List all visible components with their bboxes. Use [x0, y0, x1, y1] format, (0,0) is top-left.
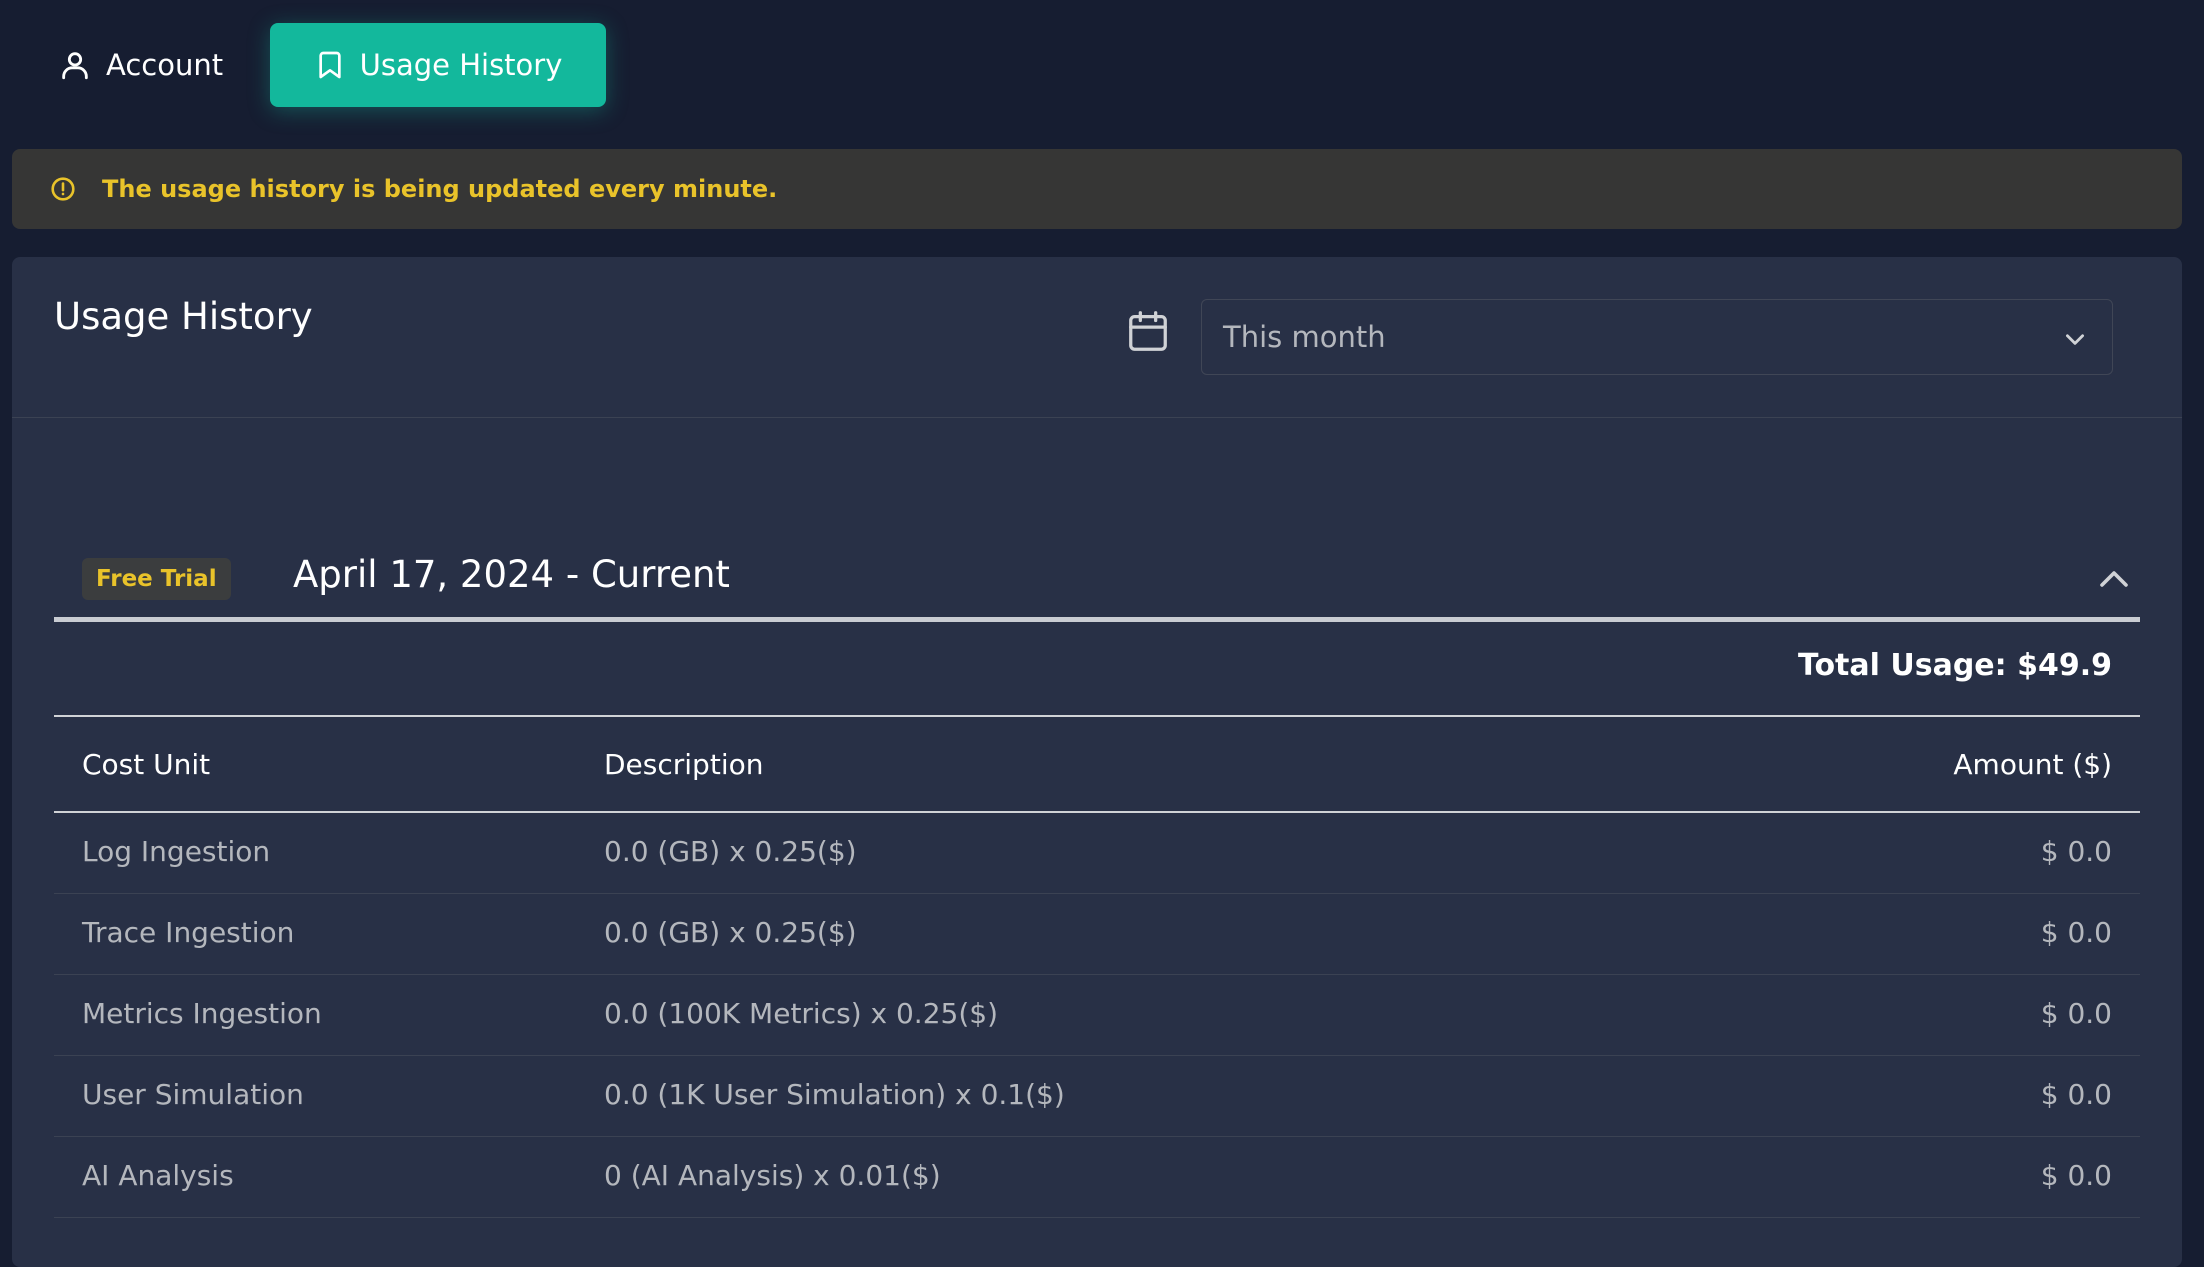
table-row: User Simulation 0.0 (1K User Simulation)…: [54, 1056, 2140, 1137]
chevron-down-icon: [2066, 334, 2084, 345]
header-amount: Amount ($): [1953, 748, 2112, 781]
table-row: Metrics Ingestion 0.0 (100K Metrics) x 0…: [54, 975, 2140, 1056]
cell-amount: $ 0.0: [2040, 997, 2112, 1030]
cell-description: 0.0 (1K User Simulation) x 0.1($): [604, 1078, 1065, 1111]
calendar-icon: [1129, 311, 1167, 351]
plan-badge: Free Trial: [82, 558, 231, 600]
info-circle-icon: [51, 177, 75, 201]
page-title: Usage History: [54, 295, 313, 338]
cell-description: 0.0 (100K Metrics) x 0.25($): [604, 997, 998, 1030]
period-select[interactable]: This month: [1201, 299, 2113, 375]
table-row: Trace Ingestion 0.0 (GB) x 0.25($) $ 0.0: [54, 894, 2140, 975]
cell-cost-unit: User Simulation: [82, 1078, 304, 1111]
cell-cost-unit: AI Analysis: [82, 1159, 234, 1192]
period-select-value: This month: [1223, 320, 1386, 354]
cell-description: 0.0 (GB) x 0.25($): [604, 916, 857, 949]
tab-account[interactable]: Account: [38, 23, 243, 107]
cell-cost-unit: Trace Ingestion: [82, 916, 295, 949]
table-row: Log Ingestion 0.0 (GB) x 0.25($) $ 0.0: [54, 813, 2140, 894]
tab-usage-history[interactable]: Usage History: [270, 23, 606, 107]
cell-amount: $ 0.0: [2040, 835, 2112, 868]
card-header: Usage History This month: [12, 257, 2182, 418]
usage-history-card: Usage History This month Free Trial Apri…: [12, 257, 2182, 1267]
info-alert: The usage history is being updated every…: [12, 149, 2182, 229]
cell-cost-unit: Log Ingestion: [82, 835, 271, 868]
user-icon: [62, 52, 88, 80]
cell-amount: $ 0.0: [2040, 1159, 2112, 1192]
total-usage: Total Usage: $49.9: [1797, 648, 2112, 683]
header-cost-unit: Cost Unit: [82, 748, 211, 781]
tab-account-label: Account: [106, 48, 224, 82]
period-label: April 17, 2024 - Current: [293, 553, 730, 596]
table-row: AI Analysis 0 (AI Analysis) x 0.01($) $ …: [54, 1137, 2140, 1218]
cell-description: 0.0 (GB) x 0.25($): [604, 835, 857, 868]
chevron-up-icon[interactable]: [2096, 561, 2132, 597]
alert-text: The usage history is being updated every…: [102, 175, 778, 203]
cell-description: 0 (AI Analysis) x 0.01($): [604, 1159, 941, 1192]
cell-cost-unit: Metrics Ingestion: [82, 997, 322, 1030]
header-description: Description: [604, 748, 764, 781]
cell-amount: $ 0.0: [2040, 916, 2112, 949]
period-section-header[interactable]: Free Trial April 17, 2024 - Current: [54, 537, 2140, 622]
tab-bar: Account Usage History: [0, 0, 2204, 148]
table-header: Cost Unit Description Amount ($): [54, 717, 2140, 813]
cell-amount: $ 0.0: [2040, 1078, 2112, 1111]
tab-usage-history-label: Usage History: [359, 48, 563, 82]
bookmark-icon: [318, 51, 341, 79]
